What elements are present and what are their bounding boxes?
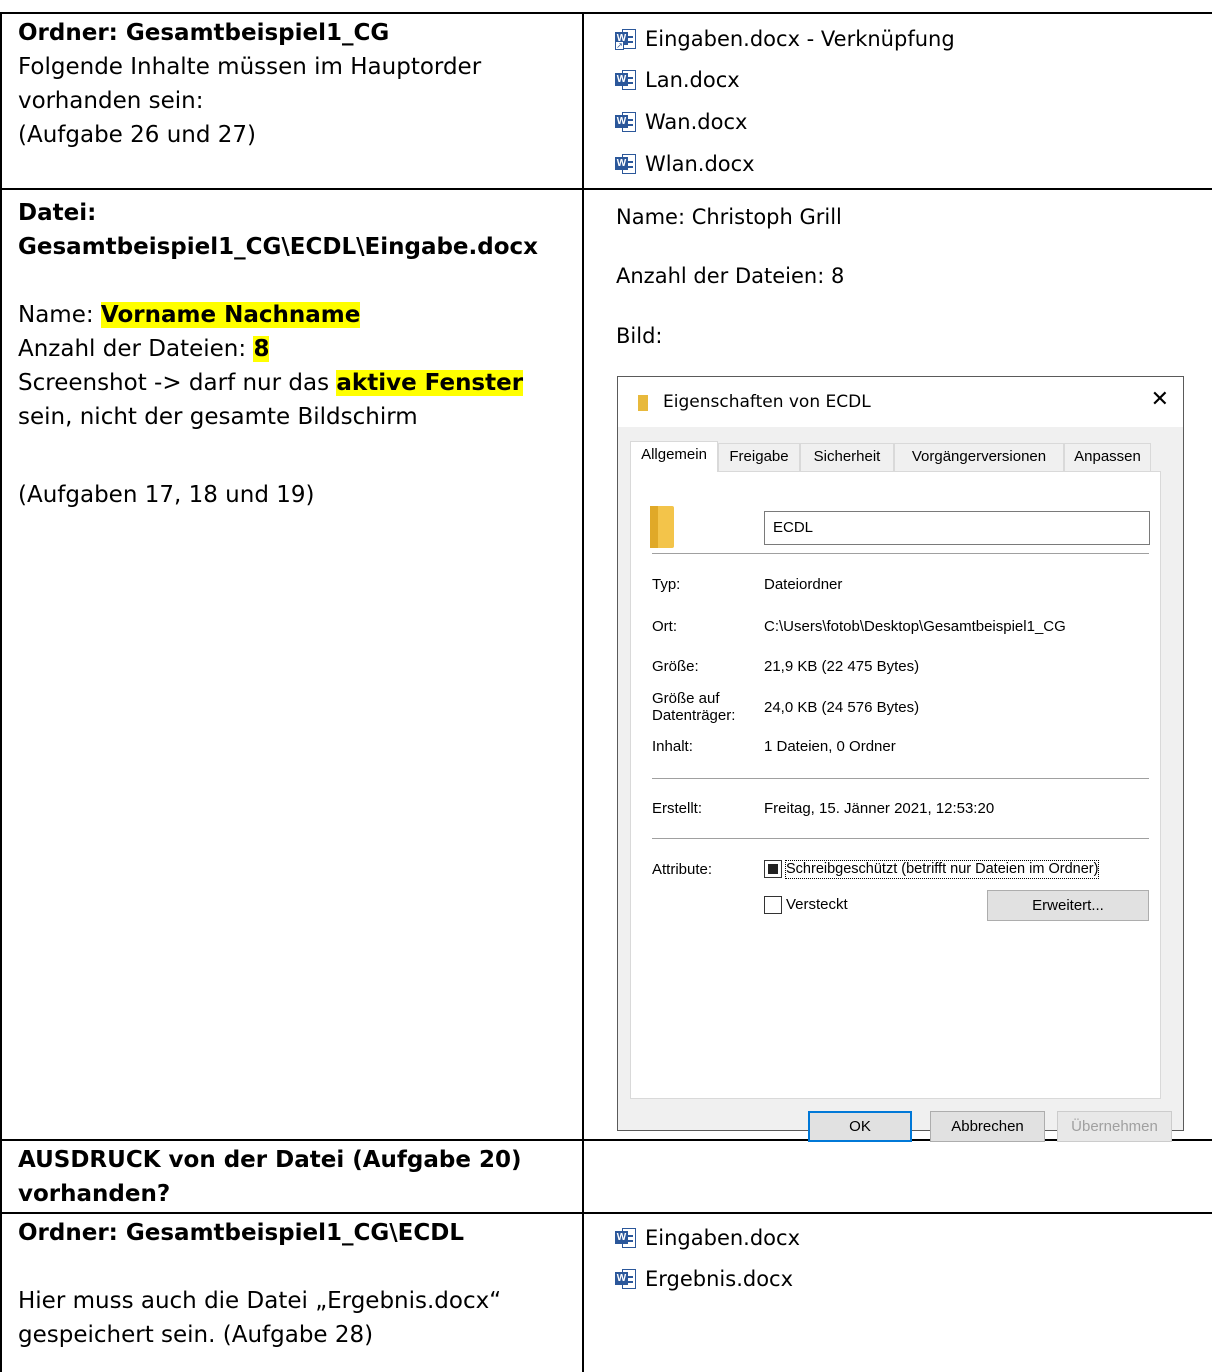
file-item-eingaben[interactable]: W Eingaben.docx bbox=[615, 1223, 800, 1253]
row3-line-1: AUSDRUCK von der Datei (Aufgabe 20) bbox=[18, 1147, 522, 1173]
row2-right-count: Anzahl der Dateien: 8 bbox=[616, 264, 845, 288]
row4-line-1: Hier muss auch die Datei „Ergebnis.docx“ bbox=[18, 1288, 502, 1314]
erstellt-label: Erstellt: bbox=[652, 800, 703, 817]
groesse-value: 21,9 KB (22 475 Bytes) bbox=[764, 658, 920, 675]
row1-line-2: vorhanden sein: bbox=[18, 88, 204, 114]
file-item-lan[interactable]: W Lan.docx bbox=[615, 65, 740, 95]
inhalt-value: 1 Dateien, 0 Ordner bbox=[764, 738, 896, 755]
properties-dialog: Eigenschaften von ECDL ✕ Allgemein Freig… bbox=[617, 376, 1184, 1142]
table-top-border bbox=[0, 12, 1212, 14]
ort-value: C:\Users\fotob\Desktop\Gesamtbeispiel1_C… bbox=[764, 618, 1066, 635]
file-label: Wlan.docx bbox=[645, 152, 755, 176]
file-label: Lan.docx bbox=[645, 68, 740, 92]
groesse-auf-label-2: Datenträger: bbox=[652, 707, 736, 724]
inhalt-label: Inhalt: bbox=[652, 738, 693, 755]
divider bbox=[652, 778, 1149, 779]
table-left-border bbox=[0, 12, 2, 1372]
folder-name-input[interactable]: ECDL bbox=[764, 511, 1150, 545]
word-document-icon: W bbox=[615, 1227, 637, 1249]
row2-left-cell: Datei: Gesamtbeispiel1_CG\ECDL\Eingabe.d… bbox=[18, 196, 578, 512]
general-panel: ECDL Typ: Dateiordner Ort: C:\Users\foto… bbox=[630, 471, 1161, 1099]
active-window-highlight: aktive Fenster bbox=[336, 370, 524, 396]
divider bbox=[652, 553, 1149, 554]
count-highlight: 8 bbox=[253, 336, 270, 362]
groesse-auf-label-1: Größe auf bbox=[652, 690, 720, 707]
file-label: Ergebnis.docx bbox=[645, 1267, 794, 1291]
hidden-label[interactable]: Versteckt bbox=[786, 896, 848, 913]
readonly-checkbox[interactable] bbox=[764, 860, 782, 878]
tab-allgemein[interactable]: Allgemein bbox=[630, 441, 718, 472]
file-label: Eingaben.docx - Verknüpfung bbox=[645, 27, 955, 51]
typ-label: Typ: bbox=[652, 576, 681, 593]
hidden-checkbox[interactable] bbox=[764, 896, 782, 914]
file-item-wlan[interactable]: W Wlan.docx bbox=[615, 149, 755, 179]
word-shortcut-icon: W ↗ bbox=[615, 28, 637, 50]
row1-folder-title: Ordner: Gesamtbeispiel1_CG bbox=[18, 20, 390, 46]
readonly-label[interactable]: Schreibgeschützt (betrifft nur Dateien i… bbox=[784, 860, 1100, 879]
word-document-icon: W bbox=[615, 1268, 637, 1290]
row-divider-1 bbox=[0, 188, 1212, 190]
tab-sicherheit[interactable]: Sicherheit bbox=[800, 443, 894, 471]
tab-freigabe[interactable]: Freigabe bbox=[718, 443, 800, 471]
screenshot-instruction-cont: sein, nicht der gesamte Bildschirm bbox=[18, 404, 418, 430]
dialog-titlebar[interactable]: Eigenschaften von ECDL ✕ bbox=[618, 377, 1183, 427]
word-document-icon: W bbox=[615, 69, 637, 91]
word-document-icon: W bbox=[615, 111, 637, 133]
ort-label: Ort: bbox=[652, 618, 677, 635]
row1-left-cell: Ordner: Gesamtbeispiel1_CG Folgende Inha… bbox=[18, 16, 578, 152]
row2-title-line-2: Gesamtbeispiel1_CG\ECDL\Eingabe.docx bbox=[18, 234, 539, 260]
dialog-title: Eigenschaften von ECDL bbox=[663, 392, 871, 412]
folder-icon bbox=[638, 395, 648, 411]
row2-tasks: (Aufgaben 17, 18 und 19) bbox=[18, 482, 315, 508]
cancel-button[interactable]: Abbrechen bbox=[930, 1111, 1045, 1142]
tab-anpassen[interactable]: Anpassen bbox=[1064, 443, 1151, 471]
row3-line-2: vorhanden? bbox=[18, 1181, 171, 1207]
close-icon[interactable]: ✕ bbox=[1151, 387, 1169, 412]
advanced-button[interactable]: Erweitert... bbox=[987, 890, 1149, 921]
row4-left-cell: Ordner: Gesamtbeispiel1_CG\ECDL Hier mus… bbox=[18, 1216, 578, 1352]
row4-line-2: gespeichert sein. (Aufgabe 28) bbox=[18, 1322, 374, 1348]
ok-button[interactable]: OK bbox=[808, 1111, 912, 1142]
count-instruction: Anzahl der Dateien: 8 bbox=[18, 336, 270, 362]
row4-folder-title: Ordner: Gesamtbeispiel1_CG\ECDL bbox=[18, 1220, 464, 1246]
divider bbox=[652, 838, 1149, 839]
apply-button[interactable]: Übernehmen bbox=[1057, 1111, 1172, 1142]
groesse-auf-value: 24,0 KB (24 576 Bytes) bbox=[764, 699, 920, 716]
name-instruction: Name: Vorname Nachname bbox=[18, 302, 361, 328]
file-item-wan[interactable]: W Wan.docx bbox=[615, 107, 747, 137]
typ-value: Dateiordner bbox=[764, 576, 843, 593]
tab-vorgaengerversionen[interactable]: Vorgängerversionen bbox=[894, 443, 1064, 471]
attribute-label: Attribute: bbox=[652, 861, 713, 878]
file-item-ergebnis[interactable]: W Ergebnis.docx bbox=[615, 1264, 793, 1294]
groesse-label: Größe: bbox=[652, 658, 699, 675]
row2-right-name: Name: Christoph Grill bbox=[616, 205, 842, 229]
dialog-body: Allgemein Freigabe Sicherheit Vorgängerv… bbox=[618, 427, 1183, 1142]
erstellt-value: Freitag, 15. Jänner 2021, 12:53:20 bbox=[764, 800, 995, 817]
row2-title-line-1: Datei: bbox=[18, 200, 97, 226]
file-item-shortcut[interactable]: W ↗ Eingaben.docx - Verknüpfung bbox=[615, 24, 955, 54]
folder-icon bbox=[650, 506, 674, 548]
screenshot-instruction: Screenshot -> darf nur das aktive Fenste… bbox=[18, 370, 524, 396]
file-label: Eingaben.docx bbox=[645, 1226, 800, 1250]
word-document-icon: W bbox=[615, 153, 637, 175]
row3-left-cell: AUSDRUCK von der Datei (Aufgabe 20) vorh… bbox=[18, 1143, 578, 1211]
row2-right-bild: Bild: bbox=[616, 324, 663, 348]
name-highlight: Vorname Nachname bbox=[100, 302, 361, 328]
file-label: Wan.docx bbox=[645, 110, 748, 134]
row1-line-1: Folgende Inhalte müssen im Hauptorder bbox=[18, 54, 482, 80]
table-column-divider bbox=[582, 12, 584, 1372]
row-divider-3 bbox=[0, 1212, 1212, 1214]
row1-line-3: (Aufgabe 26 und 27) bbox=[18, 122, 257, 148]
